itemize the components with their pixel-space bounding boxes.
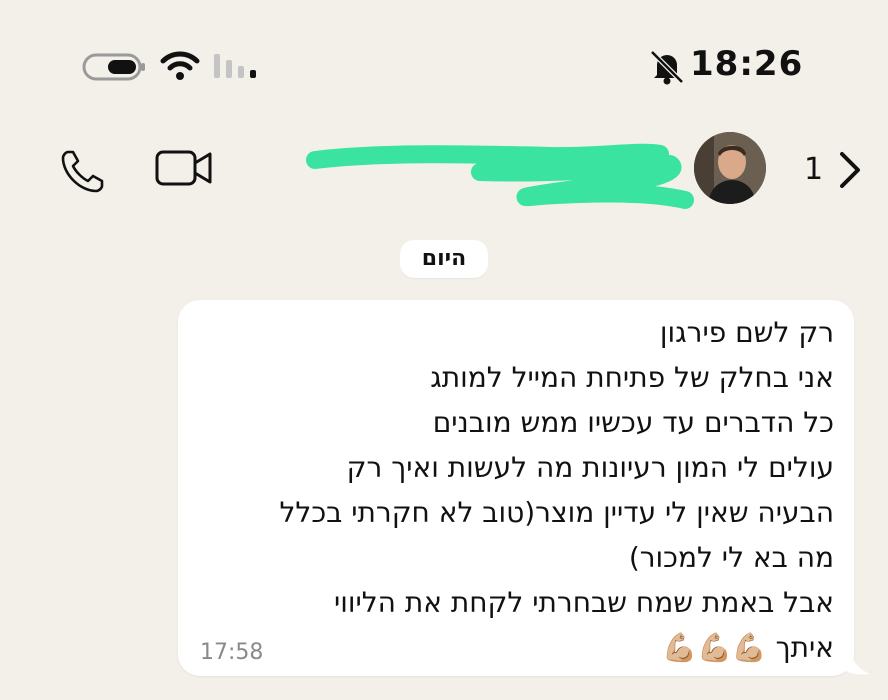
message-bubble[interactable]: רק לשם פירגון אני בחלק של פתיחת המייל למ… (178, 300, 854, 676)
unread-count[interactable]: 1 (804, 152, 823, 187)
contact-avatar[interactable] (694, 132, 766, 204)
date-separator: היום (400, 240, 488, 278)
contact-name-redaction[interactable] (300, 130, 700, 210)
back-chevron-icon[interactable] (834, 150, 864, 190)
message-line: אבל באמת שמח שבחרתי לקחת את הליווי (333, 586, 834, 619)
wifi-icon (160, 51, 200, 80)
phone-icon[interactable] (58, 146, 108, 196)
bubble-tail (838, 640, 870, 675)
battery-icon (82, 53, 145, 81)
message-line: אני בחלק של פתיחת המייל למותג (430, 361, 834, 394)
message-line: רק לשם פירגון (659, 316, 834, 349)
message-text: רק לשם פירגון אני בחלק של פתיחת המייל למ… (194, 310, 835, 670)
message-line: עולים לי המון רעיונות מה לעשות ואיך רק (346, 451, 834, 484)
status-bar: 18:26 (0, 0, 888, 120)
message-timestamp: 17:58 (200, 640, 264, 665)
cellular-signal-icon (214, 54, 256, 78)
status-time: 18:26 (690, 44, 804, 84)
avatar-photo (694, 132, 766, 204)
message-line: איתך 💪🏼💪🏼💪🏼 (662, 631, 834, 664)
message-line: מה בא לי למכור) (628, 541, 834, 574)
message-line: הבעיה שאין לי עדיין מוצר(טוב לא חקרתי בכ… (279, 496, 835, 529)
bell-off-icon (650, 50, 684, 85)
video-camera-icon[interactable] (154, 148, 214, 188)
message-line: כל הדברים עד עכשיו ממש מובנים (432, 406, 834, 439)
